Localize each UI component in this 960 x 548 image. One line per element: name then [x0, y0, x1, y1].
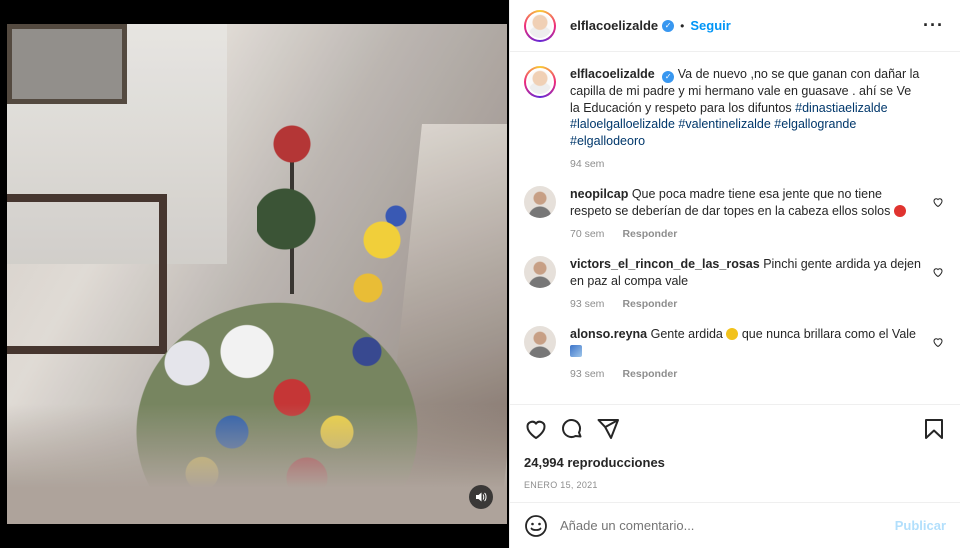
- angry-face-icon: [893, 204, 906, 217]
- speaker-icon: [476, 492, 487, 502]
- comment-input[interactable]: [560, 518, 895, 533]
- video-player[interactable]: [7, 24, 507, 524]
- comment-time[interactable]: 93 sem: [570, 368, 604, 380]
- heart-icon[interactable]: [932, 266, 944, 278]
- reply-button[interactable]: Responder: [622, 368, 677, 380]
- post-comment-button[interactable]: Publicar: [895, 518, 946, 533]
- comment-icon[interactable]: [560, 417, 584, 441]
- heart-icon[interactable]: [524, 417, 548, 441]
- comment-time[interactable]: 70 sem: [570, 228, 604, 240]
- smile-icon[interactable]: [524, 514, 548, 538]
- post-side-panel: elflacoelizalde ✓ • Seguir ··· elflacoel…: [509, 0, 960, 548]
- heart-icon[interactable]: [932, 336, 944, 348]
- avatar[interactable]: [524, 326, 556, 358]
- avatar[interactable]: [524, 256, 556, 288]
- heart-icon[interactable]: [932, 196, 944, 208]
- verified-check-icon: ✓: [662, 19, 675, 32]
- bookmark-icon[interactable]: [922, 417, 946, 441]
- comment-text: Gente ardida: [650, 327, 727, 341]
- action-bar: [524, 405, 946, 453]
- caption-username[interactable]: elflacoelizalde: [570, 67, 655, 81]
- caption: elflacoelizalde ✓ Va de nuevo ,no se que…: [524, 66, 944, 170]
- syringe-icon: [570, 344, 582, 357]
- follow-button[interactable]: Seguir: [690, 18, 730, 33]
- comments-list: elflacoelizalde ✓ Va de nuevo ,no se que…: [510, 52, 960, 404]
- views-count[interactable]: 24,994 reproducciones: [524, 455, 946, 470]
- author-username[interactable]: elflacoelizalde: [570, 18, 658, 33]
- avatar[interactable]: [524, 66, 556, 98]
- comment-username[interactable]: neopilcap: [570, 187, 628, 201]
- avatar[interactable]: [524, 186, 556, 218]
- avatar[interactable]: [524, 9, 556, 42]
- list-item: victors_el_rincon_de_las_rosas Pinchi ge…: [524, 256, 944, 310]
- reply-button[interactable]: Responder: [622, 228, 677, 240]
- mute-button[interactable]: [469, 485, 493, 509]
- more-options-icon[interactable]: ···: [923, 16, 944, 34]
- add-comment-bar: Publicar: [510, 502, 960, 548]
- media-pane: [0, 0, 509, 548]
- comment-text-2: que nunca brillara como el Vale: [738, 327, 917, 341]
- post-date[interactable]: ENERO 15, 2021: [524, 480, 946, 490]
- caption-time[interactable]: 94 sem: [570, 158, 604, 170]
- clapping-hands-icon: [726, 328, 739, 340]
- list-item: neopilcap Que poca madre tiene esa jente…: [524, 186, 944, 240]
- comment-time[interactable]: 93 sem: [570, 298, 604, 310]
- post-header: elflacoelizalde ✓ • Seguir ···: [510, 0, 960, 52]
- verified-check-icon: ✓: [662, 71, 675, 83]
- post-actions: 24,994 reproducciones ENERO 15, 2021: [510, 404, 960, 502]
- instagram-post-modal: elflacoelizalde ✓ • Seguir ··· elflacoel…: [0, 0, 960, 548]
- comment-username[interactable]: alonso.reyna: [570, 327, 647, 341]
- separator: •: [680, 18, 685, 33]
- comment-username[interactable]: victors_el_rincon_de_las_rosas: [570, 257, 760, 271]
- list-item: alonso.reyna Gente ardida que nunca bril…: [524, 326, 944, 380]
- reply-button[interactable]: Responder: [622, 298, 677, 310]
- share-icon[interactable]: [596, 417, 620, 441]
